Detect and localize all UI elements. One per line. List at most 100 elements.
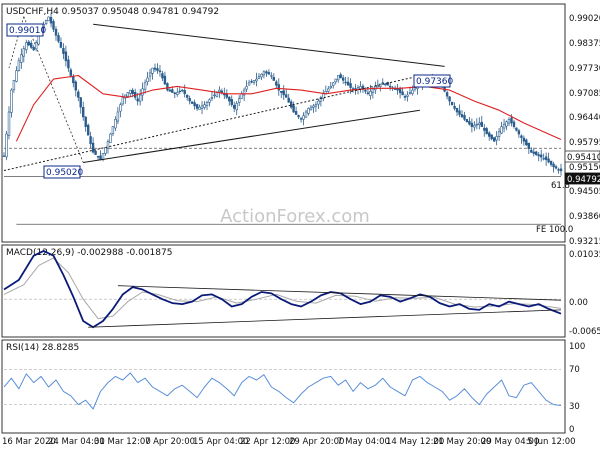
candle-body [376,84,379,88]
candle-body [96,155,100,158]
candle-body [349,83,352,88]
candle-body [559,168,563,172]
candle-body [282,90,285,96]
candle-body [166,83,169,91]
candle-body [84,116,87,127]
candle-body [401,91,404,96]
candle-body [52,21,55,30]
candle-body [208,99,211,103]
candle-body [195,104,199,109]
candle-body [205,102,209,106]
candle-body [158,70,162,73]
annotation-99010: 0.99010 [6,23,46,37]
rsi-tick: 70 [569,365,580,375]
x-tick-label: 5 Jun 12:00 [527,437,576,447]
candle-body [413,87,417,90]
candle-body [139,94,142,102]
price-tick: 0.95795 [569,138,600,148]
candle-body [186,95,189,98]
candle-body [87,124,90,136]
x-tick-label: 22 Apr 12:00 [240,437,295,447]
candle-body [557,169,560,171]
candle-body [29,42,33,48]
candle-body [225,93,228,98]
x-tick-label: 31 Mar 12:00 [94,437,151,447]
candle-body [64,51,68,62]
candle-body [5,133,8,158]
candle-body [366,92,370,95]
candle-body [388,85,392,88]
candle-body [17,60,21,71]
annotation-95020: 0.95020 [43,165,83,179]
candle-body [527,142,531,149]
candle-body [532,151,536,154]
candle-body [530,149,533,153]
candle-body [492,137,496,142]
candle-body [460,114,464,118]
candle-body [458,110,461,115]
candle-body [312,105,315,108]
candle-body [302,115,305,120]
candle-body [522,137,526,142]
candle-body [445,92,449,97]
candle-body [230,99,233,106]
candle-body [485,128,488,135]
svg-text:0.95410: 0.95410 [567,153,600,163]
candle-body [334,78,337,83]
candle-body [327,88,330,92]
x-tick-label: 7 Apr 20:00 [145,437,195,447]
candle-body [289,101,293,108]
price-label-95410: 0.95410 [564,150,600,163]
candle-body [126,92,130,97]
candle-body [344,81,347,84]
annotation-97360: 0.97360 [413,74,453,88]
candle-body [497,131,501,137]
candle-body [163,75,167,85]
candle-body [188,98,191,102]
candle-body [473,125,476,128]
candle-body [277,84,280,91]
candle-body [141,88,144,96]
x-axis: 16 Mar 2020 24 Mar 04:00 31 Mar 12:00 7 … [2,437,576,447]
candle-body [552,163,555,168]
price-tick: 0.93860 [569,212,600,222]
candle-body [331,82,335,86]
price-tick: 0.93215 [569,237,600,247]
rsi-tick: 0 [569,425,574,435]
candle-body [539,154,543,158]
candle-body [383,83,387,86]
candle-body [245,86,248,90]
candle-body [507,119,511,124]
candle-body [309,106,313,111]
candle-body [262,71,266,76]
macd-tick: 0.010358 [569,250,600,260]
candle-body [27,41,30,46]
candle-body [247,82,251,86]
candle-body [272,77,275,81]
candle-body [72,76,75,84]
candle-body [257,76,261,79]
candle-body [297,115,300,118]
candle-body [542,158,545,160]
candle-body [453,105,456,109]
candle-body [210,97,214,99]
candle-body [346,81,350,86]
candle-body [549,160,553,165]
watermark: ActionForex.com [220,206,370,227]
candle-body [25,42,28,51]
candle-body [500,126,503,134]
candle-body [77,91,80,98]
candle-body [515,127,518,131]
candle-body [173,92,176,95]
price-tick: 0.98375 [569,39,600,49]
candle-body [178,90,181,93]
candle-body [406,94,409,97]
candle-body [537,154,540,157]
candle-body [299,118,303,120]
price-tick: 0.99020 [569,14,600,24]
candle-body [44,20,48,25]
candle-body [136,98,139,102]
candle-body [448,96,451,102]
candle-body [255,78,258,82]
svg-text:0.94792: 0.94792 [567,175,600,185]
